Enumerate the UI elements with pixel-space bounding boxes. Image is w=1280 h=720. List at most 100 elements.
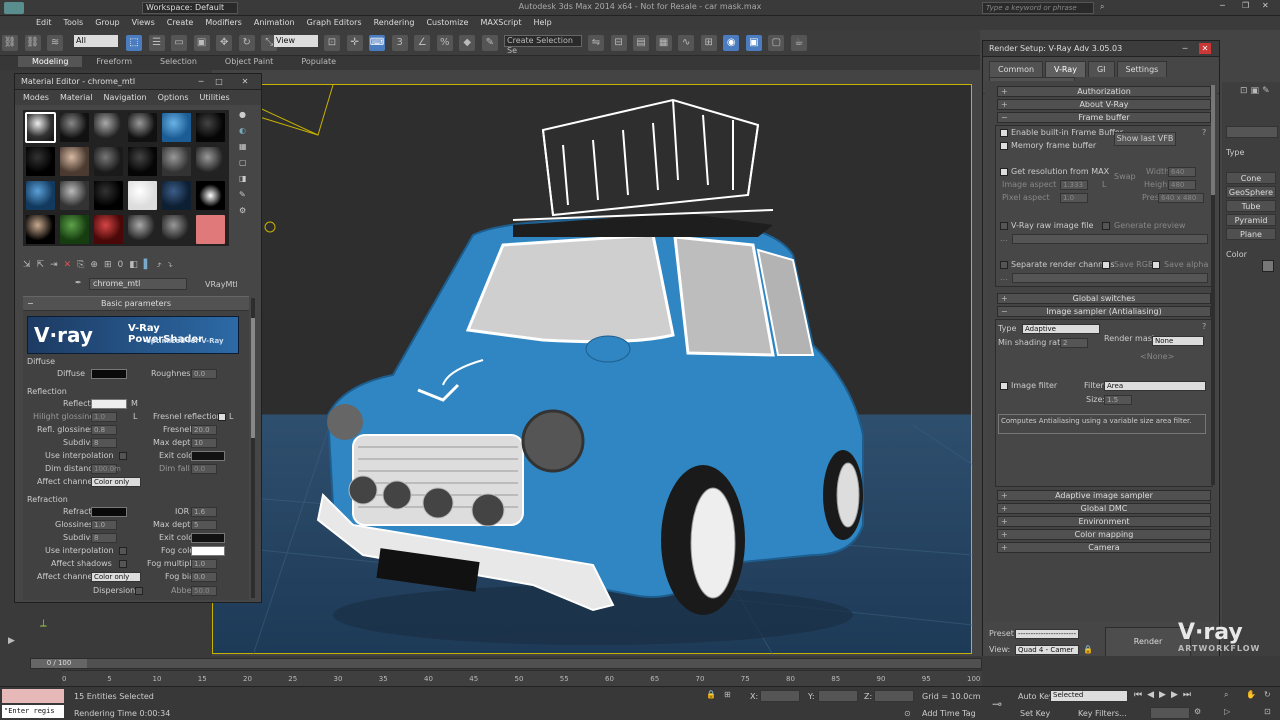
fog-color-swatch[interactable] [191,546,225,556]
menu-item[interactable]: Create [167,18,194,27]
dim-falloff-field[interactable]: 0.0 [191,464,217,474]
material-menu-item[interactable]: Navigation [103,93,146,102]
next-frame-icon[interactable]: ▶ [1171,690,1183,700]
ribbon-tab[interactable]: Object Paint [211,56,287,67]
sample-slot[interactable] [127,112,158,143]
put-to-scene-icon[interactable]: ⇱ [37,260,51,270]
sample-type-icon[interactable]: ● [239,110,257,126]
hilight-gloss-field[interactable]: 1.0 [91,412,117,422]
menu-item[interactable]: Rendering [374,18,415,27]
refl-gloss-field[interactable]: 0.8 [91,425,117,435]
rotate-icon[interactable]: ↻ [238,35,255,51]
copy-material-icon[interactable]: ⎘ [77,260,90,270]
time-slider[interactable]: 0 / 100 [30,658,982,669]
adaptive-sampler-rollout[interactable]: + Adaptive image sampler [997,490,1211,501]
preset-dropdown[interactable]: ----------------------- [1015,629,1079,639]
fresnel-reflections-checkbox[interactable] [218,413,226,421]
refr-max-depth-field[interactable]: 5 [191,520,217,530]
fog-bias-field[interactable]: 0.0 [191,572,217,582]
zoom-icon[interactable]: ⌕ [1224,690,1228,700]
authorization-rollout[interactable]: + Authorization [997,86,1211,97]
material-menu-item[interactable]: Material [60,93,93,102]
rendered-frame-icon[interactable]: ▢ [768,35,785,51]
image-filter-checkbox[interactable] [1000,382,1008,390]
color-mapping-rollout[interactable]: + Color mapping [997,529,1211,540]
ribbon-tab[interactable]: Populate [287,56,350,67]
maximize-viewport-icon[interactable]: ⊡ [1264,707,1271,716]
menu-item[interactable]: Graph Editors [307,18,362,27]
sample-slot[interactable] [93,214,124,245]
render-setup-icon[interactable]: ▣ [745,35,762,51]
refr-gloss-field[interactable]: 1.0 [91,520,117,530]
fresnel-ior-field[interactable]: 20.0 [191,425,217,435]
sample-slot[interactable] [127,180,158,211]
image-aspect-lock[interactable]: L [1102,180,1106,189]
memory-fb-checkbox[interactable] [1000,142,1008,150]
environment-rollout[interactable]: + Environment [997,516,1211,527]
save-rgb-checkbox[interactable] [1102,261,1110,269]
sample-slot[interactable] [25,112,56,143]
refl-affect-channels-dropdown[interactable]: Color only [91,477,141,487]
menu-item[interactable]: Tools [64,18,84,27]
graphite-toggle-icon[interactable]: ▦ [655,35,672,51]
fresnel-lock-button[interactable]: L [229,412,233,421]
link-icon[interactable]: ⛓ [2,35,18,51]
select-object-icon[interactable]: ⬚ [126,35,142,51]
ribbon-tab[interactable]: Freeform [82,56,146,67]
sample-slot[interactable] [25,214,56,245]
search-input[interactable]: Type a keyword or phrase [982,2,1094,14]
track-bar[interactable]: 0 5 10 15 20 25 30 35 40 45 50 55 60 65 70 75 80 85 90 95 10… [62,670,982,686]
raw-file-path[interactable] [1012,234,1208,244]
background-icon[interactable]: ▦ [239,142,257,158]
material-id-icon[interactable]: 0 [117,260,129,270]
region-select-icon[interactable]: ▭ [171,35,188,51]
curve-editor-icon[interactable]: ∿ [678,35,695,51]
roughness-field[interactable]: 0.0 [191,369,217,379]
refl-exit-color-swatch[interactable] [191,451,225,461]
restore-icon[interactable]: ❐ [1242,1,1249,10]
image-sampler-rollout[interactable]: − Image sampler (Antialiasing) [997,306,1211,317]
menu-item[interactable]: Customize [426,18,468,27]
swap-button[interactable]: Swap [1114,172,1136,181]
search-icon[interactable]: ⌕ [1100,2,1104,12]
sample-slot[interactable] [161,180,192,211]
video-color-icon[interactable]: ◨ [239,174,257,190]
sample-slot[interactable] [93,146,124,177]
uv-tiling-icon[interactable]: ▢ [239,158,257,174]
mirror-icon[interactable]: ⇋ [588,35,604,51]
camera-viewport[interactable] [212,84,974,656]
sample-slot[interactable] [93,180,124,211]
sample-slot[interactable] [195,180,226,211]
set-key-button[interactable]: Set Key [1020,709,1050,718]
gen-preview-checkbox[interactable] [1102,222,1110,230]
get-material-icon[interactable]: ⇲ [23,260,37,270]
sample-slot[interactable] [25,180,56,211]
pyramid-button[interactable]: Pyramid [1226,214,1276,226]
min-shading-field[interactable]: 2 [1060,338,1088,348]
key-selection-dropdown[interactable]: Selected [1050,690,1128,702]
lock-view-icon[interactable]: 🔒 [1083,645,1093,654]
raw-file-browse[interactable]: ... [1000,234,1008,243]
render-production-icon[interactable]: ☕ [790,35,807,51]
dispersion-checkbox[interactable] [135,587,143,595]
go-forward-icon[interactable]: ⤵ [168,260,179,270]
render-tab[interactable]: Settings [1116,61,1168,77]
snap-3d-icon[interactable]: 3 [391,35,408,51]
reset-map-icon[interactable]: ✕ [64,260,78,270]
select-manipulate-icon[interactable]: ✛ [346,35,363,51]
time-slider-thumb[interactable]: 0 / 100 [31,659,87,668]
menu-item[interactable]: Modifiers [205,18,242,27]
minimize-icon[interactable]: ─ [195,76,207,87]
maximize-icon[interactable]: □ [213,76,225,87]
prev-frame-icon[interactable]: ◀ [1147,690,1159,700]
add-time-tag[interactable]: Add Time Tag [922,709,976,718]
show-last-vfb-button[interactable]: Show last VFB [1114,132,1176,146]
lock-selection-icon[interactable]: 🔒 [706,690,716,699]
align-icon[interactable]: ⊟ [610,35,627,51]
x-coord-field[interactable] [760,690,800,702]
show-end-result-icon[interactable]: ▌ [144,260,157,270]
show-map-icon[interactable]: ◧ [129,260,144,270]
reflect-color-swatch[interactable] [91,399,127,409]
play-icon[interactable]: ▶ [8,636,15,646]
sample-slot[interactable] [127,214,158,245]
